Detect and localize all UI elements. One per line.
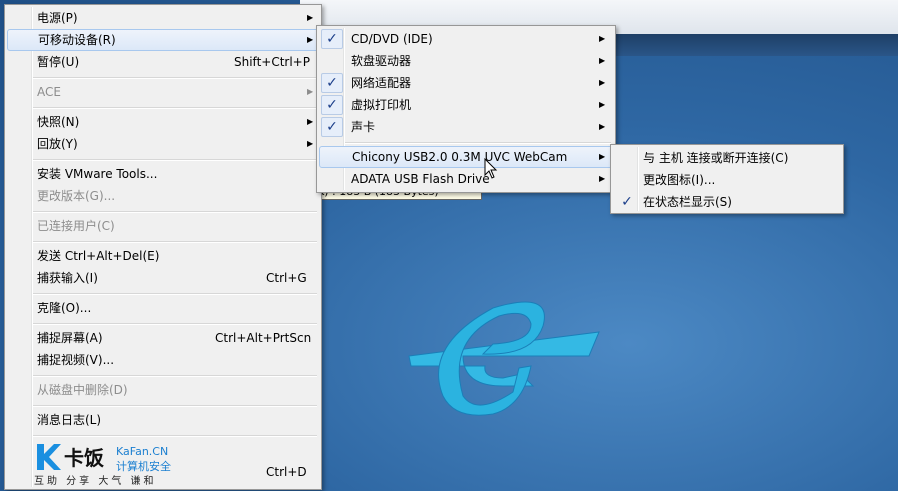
menu-separator [33, 323, 317, 325]
menu-item-label: 消息日志(L) [37, 413, 102, 427]
menu-item-label: 更改图标(I)... [643, 173, 716, 187]
watermark-brand: 卡饭 [64, 446, 104, 470]
menu-item-label: ADATA USB Flash Drive [351, 172, 490, 186]
menu-item-label: 回放(Y) [37, 137, 78, 151]
menu-separator [33, 159, 317, 161]
submenu-arrow-icon: ▶ [599, 152, 606, 161]
menu-item-label: 发送 Ctrl+Alt+Del(E) [37, 249, 160, 263]
watermark-domain: KaFan.CN [116, 445, 169, 458]
submenu-arrow-icon: ▶ [307, 117, 314, 126]
menu-item-connected-users[interactable]: 已连接用户(C) [7, 215, 319, 237]
menu-item-pause[interactable]: 暂停(U) Shift+Ctrl+P [7, 51, 319, 73]
menu-item-shortcut: Ctrl+G [266, 271, 307, 285]
menu-item-grab-input[interactable]: 捕获输入(I) Ctrl+G [7, 267, 319, 289]
webcam-submenu: 与 主机 连接或断开连接(C) 更改图标(I)... ✓ 在状态栏显示(S) [610, 144, 844, 214]
checkmark-icon: ✓ [321, 73, 343, 93]
removable-devices-submenu: ✓ CD/DVD (IDE) ▶ 软盘驱动器 ▶ ✓ 网络适配器 ▶ ✓ 虚拟打… [316, 25, 616, 193]
vm-window-titlebar [600, 34, 898, 56]
menu-item-ace[interactable]: ACE ▶ [7, 81, 319, 103]
submenu-arrow-icon: ▶ [307, 13, 314, 22]
submenu-arrow-icon: ▶ [599, 78, 606, 87]
checkmark-icon: ✓ [321, 29, 343, 49]
submenu-item-floppy[interactable]: 软盘驱动器 ▶ [319, 50, 613, 72]
menu-item-shortcut: Ctrl+D [266, 465, 307, 479]
submenu-item-change-icon[interactable]: 更改图标(I)... [613, 169, 841, 191]
menu-item-label: CD/DVD (IDE) [351, 32, 433, 46]
menu-item-label: 捕获输入(I) [37, 271, 98, 285]
submenu-item-connect-disconnect[interactable]: 与 主机 连接或断开连接(C) [613, 147, 841, 169]
submenu-arrow-icon: ▶ [307, 139, 314, 148]
submenu-item-cd-dvd[interactable]: ✓ CD/DVD (IDE) ▶ [319, 28, 613, 50]
submenu-item-network-adapter[interactable]: ✓ 网络适配器 ▶ [319, 72, 613, 94]
menu-item-snapshot[interactable]: 快照(N) ▶ [7, 111, 319, 133]
menu-item-capture-video[interactable]: 捕捉视频(V)... [7, 349, 319, 371]
checkmark-icon: ✓ [621, 194, 633, 210]
menu-item-label: 声卡 [351, 120, 376, 134]
menu-item-removable-devices[interactable]: 可移动设备(R) ▶ [7, 29, 319, 51]
checkmark-icon: ✓ [321, 95, 343, 115]
menu-item-label: 与 主机 连接或断开连接(C) [643, 151, 789, 165]
menu-item-label: 可移动设备(R) [38, 33, 116, 47]
menu-item-label: ACE [37, 85, 61, 99]
submenu-arrow-icon: ▶ [599, 174, 606, 183]
menu-separator [33, 435, 317, 437]
menu-item-label: 已连接用户(C) [37, 219, 115, 233]
menu-item-label: 更改版本(G)... [37, 189, 116, 203]
menu-item-label: 捕捉屏幕(A) [37, 331, 103, 345]
menu-item-install-tools[interactable]: 安装 VMware Tools... [7, 163, 319, 185]
menu-separator [33, 107, 317, 109]
menu-item-label: 安装 VMware Tools... [37, 167, 158, 181]
submenu-item-virtual-printer[interactable]: ✓ 虚拟打印机 ▶ [319, 94, 613, 116]
submenu-arrow-icon: ▶ [307, 87, 314, 96]
menu-item-label: 网络适配器 [351, 76, 412, 90]
menu-item-power[interactable]: 电源(P) ▶ [7, 7, 319, 29]
submenu-item-show-in-statusbar[interactable]: ✓ 在状态栏显示(S) [613, 191, 841, 213]
menu-separator [33, 241, 317, 243]
menu-separator [33, 375, 317, 377]
menu-separator [33, 405, 317, 407]
vm-context-menu: 电源(P) ▶ 可移动设备(R) ▶ 暂停(U) Shift+Ctrl+P AC… [4, 4, 322, 490]
menu-item-label: 暂停(U) [37, 55, 80, 69]
submenu-item-usb-flash-drive[interactable]: ADATA USB Flash Drive ▶ [319, 168, 613, 190]
menu-item-label: 虚拟打印机 [351, 98, 412, 112]
kafan-logo-icon [37, 444, 61, 470]
menu-item-label: 快照(N) [37, 115, 80, 129]
menu-item-replay[interactable]: 回放(Y) ▶ [7, 133, 319, 155]
submenu-item-sound-card[interactable]: ✓ 声卡 ▶ [319, 116, 613, 138]
menu-separator [33, 211, 317, 213]
watermark-motto: 互助 分享 大气 谦和 [34, 476, 157, 487]
menu-item-clone[interactable]: 克隆(O)... [7, 297, 319, 319]
submenu-item-webcam[interactable]: Chicony USB2.0 0.3M UVC WebCam ▶ [319, 146, 613, 168]
menu-item-change-version[interactable]: 更改版本(G)... [7, 185, 319, 207]
menu-item-label: 电源(P) [37, 11, 78, 25]
menu-item-label: 克隆(O)... [37, 301, 92, 315]
guest-os-logo [408, 301, 600, 416]
mouse-pointer-icon [484, 158, 498, 179]
submenu-arrow-icon: ▶ [599, 34, 606, 43]
menu-item-message-log[interactable]: 消息日志(L) [7, 409, 319, 431]
menu-item-send-ctrl-alt-del[interactable]: 发送 Ctrl+Alt+Del(E) [7, 245, 319, 267]
menu-item-label: 捕捉视频(V)... [37, 353, 115, 367]
menu-item-label: 软盘驱动器 [351, 54, 412, 68]
menu-separator [33, 293, 317, 295]
menu-item-shortcut: Ctrl+Alt+PrtScn [215, 331, 312, 345]
checkmark-icon: ✓ [321, 117, 343, 137]
menu-separator [33, 77, 317, 79]
submenu-arrow-icon: ▶ [307, 35, 314, 44]
submenu-arrow-icon: ▶ [599, 100, 606, 109]
menu-item-shortcut: Shift+Ctrl+P [234, 55, 310, 69]
menu-separator [345, 142, 611, 144]
submenu-arrow-icon: ▶ [599, 122, 606, 131]
menu-item-label: 在状态栏显示(S) [643, 195, 732, 209]
menu-item-label: 从磁盘中删除(D) [37, 383, 128, 397]
submenu-arrow-icon: ▶ [599, 56, 606, 65]
kafan-watermark: 卡饭 KaFan.CN 计算机安全 互助 分享 大气 谦和 [34, 440, 184, 488]
menu-item-label: Chicony USB2.0 0.3M UVC WebCam [352, 150, 568, 164]
menu-item-delete-from-disk[interactable]: 从磁盘中删除(D) [7, 379, 319, 401]
menu-item-capture-screen[interactable]: 捕捉屏幕(A) Ctrl+Alt+PrtScn [7, 327, 319, 349]
